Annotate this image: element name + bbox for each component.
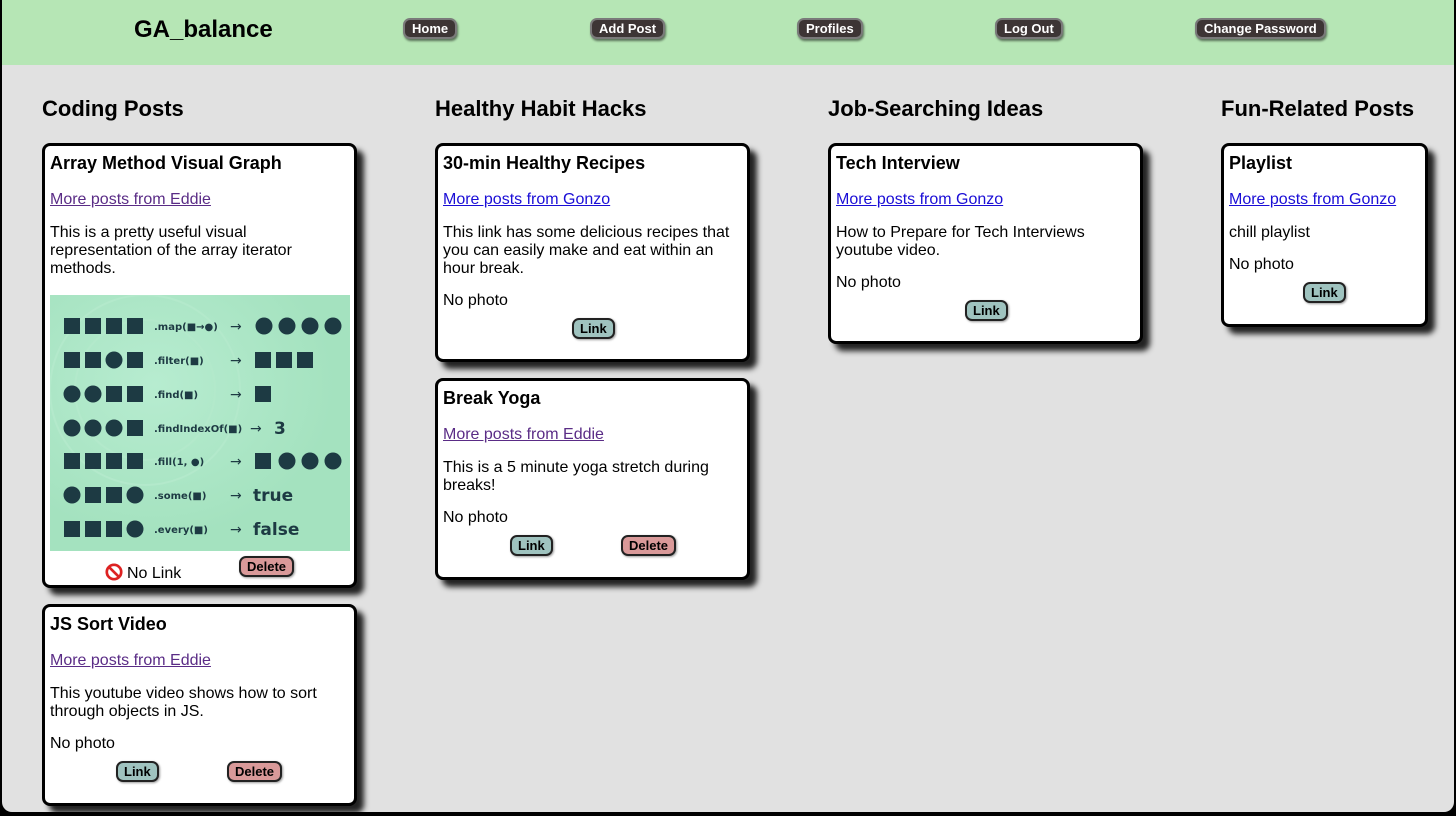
arrow-icon: →: [250, 421, 262, 437]
arrow-icon: →: [230, 387, 242, 403]
post-description: This youtube video shows how to sort thr…: [50, 685, 317, 720]
no-photo-text: No photo: [443, 509, 508, 526]
post-title: JS Sort Video: [50, 614, 167, 634]
arrow-icon: →: [230, 488, 242, 504]
no-link-indicator: No Link: [105, 563, 181, 584]
no-entry-icon: [105, 563, 123, 581]
post-actions: Link: [1229, 274, 1420, 308]
post-card: Array Method Visual Graph More posts fro…: [42, 143, 357, 588]
author-posts-link[interactable]: More posts from Gonzo: [1229, 190, 1420, 210]
column-title-healthy: Healthy Habit Hacks: [435, 96, 647, 121]
post-title: 30-min Healthy Recipes: [443, 153, 646, 173]
arrow-icon: →: [230, 522, 242, 538]
graph-method-label: .filter(■): [154, 356, 204, 367]
post-card: JS Sort Video More posts from Eddie This…: [42, 604, 357, 806]
column-title-job: Job-Searching Ideas: [828, 96, 1044, 121]
post-actions: Link Delete: [50, 753, 349, 787]
graph-result-label: true: [253, 486, 293, 506]
post-description: This is a 5 minute yoga stretch during b…: [443, 459, 709, 494]
post-description: How to Prepare for Tech Interviews youtu…: [836, 224, 1085, 259]
link-button[interactable]: Link: [1303, 282, 1346, 303]
post-title: Playlist: [1229, 153, 1293, 173]
link-button[interactable]: Link: [965, 300, 1008, 321]
post-description: chill playlist: [1229, 224, 1310, 241]
arrow-icon: →: [230, 353, 242, 369]
author-posts-link[interactable]: More posts from Eddie: [443, 425, 742, 445]
author-posts-link[interactable]: More posts from Eddie: [50, 190, 349, 210]
post-image-array-methods: .map(■→●) .filter(■) .find(■) .findIndex…: [50, 295, 350, 551]
graph-method-label: .every(■): [154, 525, 208, 536]
home-button[interactable]: Home: [403, 18, 458, 39]
author-posts-link[interactable]: More posts from Gonzo: [836, 190, 1135, 210]
post-card: Playlist More posts from Gonzo chill pla…: [1221, 143, 1428, 327]
post-actions: Link Delete: [443, 527, 742, 561]
no-photo-text: No photo: [50, 735, 115, 752]
profiles-button[interactable]: Profiles: [797, 18, 863, 39]
post-description: This link has some delicious recipes tha…: [443, 224, 730, 277]
post-actions: No Link Delete: [50, 551, 349, 585]
post-description: This is a pretty useful visual represent…: [50, 224, 292, 277]
post-card: Break Yoga More posts from Eddie This is…: [435, 378, 750, 580]
delete-button[interactable]: Delete: [621, 535, 677, 556]
graph-method-label: .findIndexOf(■): [154, 424, 242, 435]
add-post-button[interactable]: Add Post: [590, 18, 666, 39]
brand-title: GA_balance: [134, 16, 273, 43]
graph-method-label: .some(■): [154, 491, 206, 502]
author-posts-link[interactable]: More posts from Eddie: [50, 651, 349, 671]
arrow-icon: →: [230, 319, 242, 335]
author-posts-link[interactable]: More posts from Gonzo: [443, 190, 742, 210]
link-button[interactable]: Link: [510, 535, 553, 556]
graph-method-label: .find(■): [154, 390, 198, 401]
no-photo-text: No photo: [836, 274, 901, 291]
post-title: Array Method Visual Graph: [50, 153, 282, 173]
no-link-label: No Link: [127, 565, 182, 582]
post-actions: Link: [836, 292, 1135, 326]
no-photo-text: No photo: [443, 292, 508, 309]
post-title: Tech Interview: [836, 153, 960, 173]
link-button[interactable]: Link: [116, 761, 159, 782]
graph-method-label: .map(■→●): [154, 322, 218, 333]
graph-result-label: 3: [274, 419, 286, 439]
arrow-icon: →: [230, 454, 242, 470]
link-button[interactable]: Link: [572, 318, 615, 339]
array-methods-graph: .map(■→●) .filter(■) .find(■) .findIndex…: [50, 295, 350, 551]
page: GA_balance Home Add Post Profiles Log Ou…: [2, 0, 1454, 812]
column-title-fun: Fun-Related Posts: [1221, 96, 1415, 121]
delete-button[interactable]: Delete: [227, 761, 283, 782]
change-password-button[interactable]: Change Password: [1195, 18, 1326, 39]
log-out-button[interactable]: Log Out: [995, 18, 1063, 39]
navbar: GA_balance Home Add Post Profiles Log Ou…: [2, 0, 1454, 65]
post-card: Tech Interview More posts from Gonzo How…: [828, 143, 1143, 344]
graph-method-label: .fill(1, ●): [154, 457, 204, 468]
delete-button[interactable]: Delete: [239, 556, 295, 577]
column-title-coding: Coding Posts: [42, 96, 184, 121]
no-photo-text: No photo: [1229, 256, 1294, 273]
post-actions: Link: [443, 310, 742, 344]
post-card: 30-min Healthy Recipes More posts from G…: [435, 143, 750, 362]
graph-result-label: false: [253, 520, 299, 540]
post-title: Break Yoga: [443, 388, 541, 408]
